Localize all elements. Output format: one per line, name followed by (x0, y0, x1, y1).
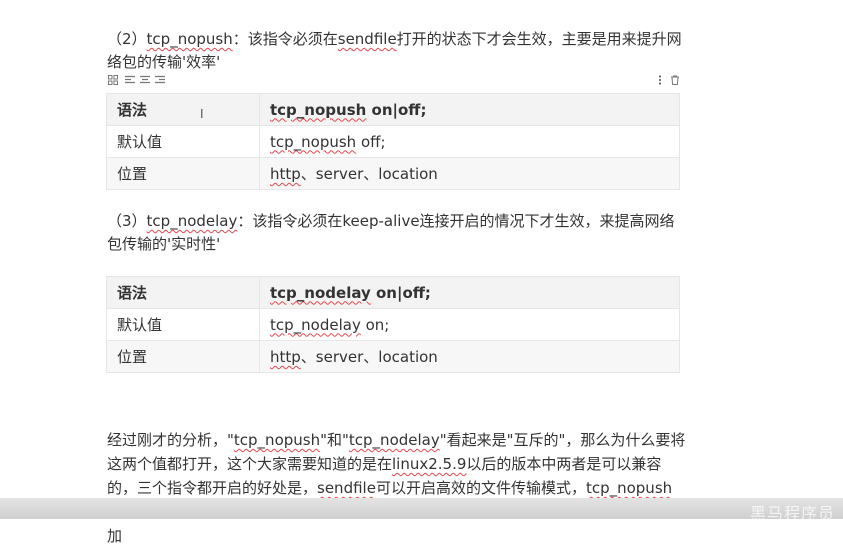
analysis-text-2: "和" (320, 431, 349, 449)
align-left-icon[interactable] (125, 75, 135, 90)
cell-rest: 、server、location (300, 348, 438, 366)
table-cell[interactable]: 位置 (106, 157, 260, 190)
table-row: 语法 tcp_nodelay on|off; (106, 276, 680, 309)
section2-paragraph: （2）tcp_nopush：该指令必须在sendfile打开的状态下才会生效，主… (107, 28, 687, 74)
table-row: 默认值 tcp_nodelay on; (106, 308, 680, 341)
watermark: 黑马程序员 (749, 504, 835, 523)
section3-term: tcp_nodelay (146, 212, 238, 230)
video-bottom-bar (0, 498, 843, 519)
table-cell[interactable]: 语法 (106, 93, 260, 126)
table-row: 位置 http、server、location (106, 340, 680, 373)
align-center-icon[interactable] (140, 75, 150, 90)
section3-number: （3） (107, 212, 147, 230)
table-row: 语法 tcp_nopush on|off; (106, 93, 680, 126)
analysis-term-1: tcp_nopush (233, 431, 321, 449)
section2-text-a: ：该指令必须在 (232, 30, 338, 48)
directive-table-nopush: 语法 tcp_nopush on|off; 默认值 tcp_nopush off… (106, 93, 680, 190)
analysis-term-5: tcp_nopush (585, 479, 673, 497)
table-cell[interactable]: tcp_nodelay on|off; (259, 276, 680, 309)
table-cell[interactable]: 语法 (106, 276, 260, 309)
table-cell[interactable]: 默认值 (106, 308, 260, 341)
section2-number: （2） (107, 30, 147, 48)
table-cell[interactable]: http、server、location (259, 157, 680, 190)
directive-table-nodelay: 语法 tcp_nodelay on|off; 默认值 tcp_nodelay o… (106, 276, 680, 373)
cell-term: tcp_nodelay (270, 315, 361, 334)
table-cell[interactable]: 位置 (106, 340, 260, 373)
cell-rest: on; (360, 315, 390, 334)
table-cell[interactable]: tcp_nopush off; (259, 125, 680, 158)
table-toolbar (108, 75, 681, 89)
table-cell[interactable]: tcp_nodelay on; (259, 308, 680, 341)
trash-icon[interactable] (670, 75, 680, 90)
analysis-term-3: linux2.5.9 (392, 455, 467, 473)
analysis-text-1: 经过刚才的分析，" (107, 431, 234, 449)
cell-term: http (270, 165, 301, 183)
cell-term: tcp_nopush (270, 132, 357, 151)
analysis-term-2: tcp_nodelay (348, 431, 440, 449)
section2-term2: sendfile (337, 30, 397, 48)
table-cell[interactable]: tcp_nopush on|off; (259, 93, 680, 126)
cell-term: tcp_nodelay (270, 283, 371, 302)
text-cursor-icon: I (200, 107, 204, 121)
cell-rest: off; (356, 132, 386, 151)
cell-term: tcp_nopush (270, 100, 367, 119)
more-icon[interactable] (658, 75, 662, 90)
analysis-text-5: 可以开启高效的文件传输模式， (375, 479, 586, 497)
section2-term: tcp_nopush (146, 30, 233, 48)
analysis-paragraph: 经过刚才的分析，"tcp_nopush"和"tcp_nodelay"看起来是"互… (107, 428, 687, 548)
cell-rest: 、server、location (300, 165, 438, 183)
align-right-icon[interactable] (155, 75, 165, 90)
section3-paragraph: （3）tcp_nodelay：该指令必须在keep-alive连接开启的情况下才… (107, 210, 687, 256)
table-row: 位置 http、server、location (106, 157, 680, 190)
analysis-term-4: sendfile (317, 479, 376, 497)
cell-term: http (270, 348, 301, 366)
table-cell[interactable]: http、server、location (259, 340, 680, 373)
cell-rest: on|off; (370, 283, 431, 302)
grid-icon[interactable] (108, 75, 118, 90)
table-cell[interactable]: 默认值 (106, 125, 260, 158)
table-row: 默认值 tcp_nopush off; (106, 125, 680, 158)
cell-rest: on|off; (366, 100, 427, 119)
